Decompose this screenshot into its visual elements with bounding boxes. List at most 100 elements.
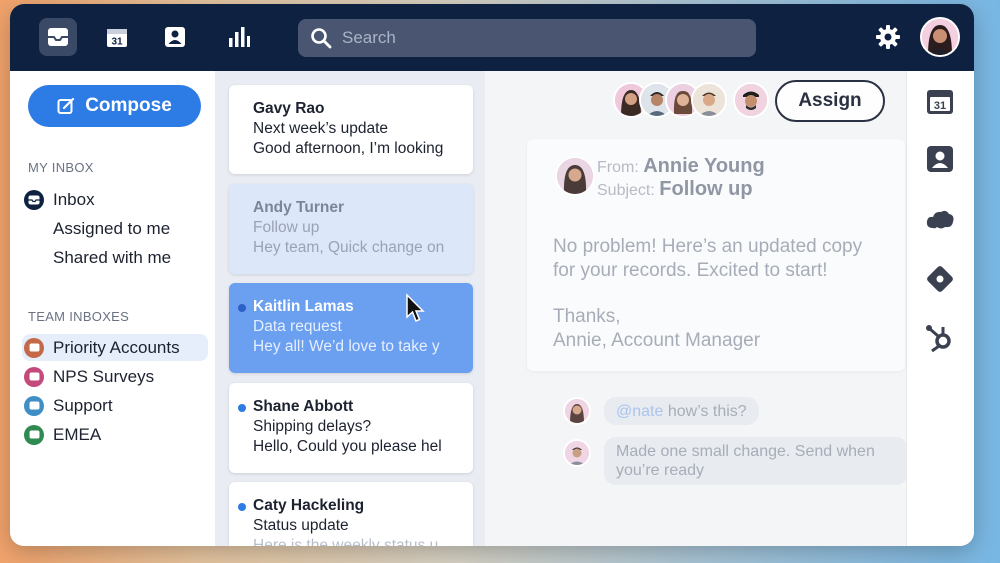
subject-text: Follow up [659, 178, 753, 200]
sidebar-item-label: Assigned to me [53, 218, 171, 238]
unread-dot [238, 404, 246, 412]
salesforce-icon [926, 210, 954, 229]
comment-avatar [563, 397, 591, 425]
sidebar-item-label: Shared with me [53, 247, 172, 267]
diamond-icon [927, 266, 953, 292]
compose-button[interactable]: Compose [28, 85, 201, 127]
sender-avatar-image [557, 158, 593, 194]
hubspot-icon [926, 325, 951, 353]
sidebar-item-nps-surveys[interactable]: NPS Surveys [22, 363, 208, 390]
message-sender: Andy Turner [253, 199, 344, 216]
svg-text:31: 31 [111, 37, 123, 48]
my-inbox-title: MY INBOX [28, 160, 94, 175]
from-label: From: [597, 159, 639, 176]
integrations-rail: 31 [906, 71, 974, 546]
message-sender: Kaitlin Lamas [253, 298, 354, 315]
salesforce-integration-button[interactable] [924, 203, 956, 235]
assign-label: Assign [798, 90, 862, 111]
team-inbox-icon [24, 395, 44, 416]
message-detail: Assign From: Annie Young Subject: Follow… [406, 71, 908, 546]
sidebar-item-assigned[interactable]: Assigned to me [22, 215, 208, 242]
sidebar-item-label: NPS Surveys [53, 366, 155, 386]
comment-bubble: Made one small change. Send when you’re … [604, 437, 908, 485]
analytics-icon [229, 27, 250, 47]
search-placeholder: Search [342, 28, 396, 47]
compose-label: Compose [85, 95, 172, 116]
message-subject: Data request [253, 318, 342, 335]
diamond-integration-button[interactable] [924, 263, 956, 295]
comment-text: you’re ready [616, 462, 705, 479]
message-card: From: Annie Young Subject: Follow up No … [527, 139, 905, 371]
message-sender: Caty Hackeling [253, 497, 365, 514]
message-sender: Shane Abbott [253, 398, 354, 415]
unread-dot [238, 503, 246, 511]
sidebar-item-label: Priority Accounts [53, 337, 180, 357]
teammate-avatar-image [693, 84, 725, 116]
comment-mention[interactable]: @nate [616, 403, 663, 420]
calendar-icon: 31 [927, 90, 953, 114]
teammate-avatar[interactable] [691, 82, 727, 118]
message-item[interactable]: Shane Abbott Shipping delays? Hello, Cou… [229, 383, 473, 473]
contact-integration-button[interactable] [924, 143, 956, 175]
analytics-nav-button[interactable] [220, 18, 258, 56]
message-preview: Good afternoon, I’m looking [253, 140, 444, 157]
comment-avatar-image [565, 441, 589, 465]
message-preview: Hey team, Quick change on [253, 239, 445, 256]
sidebar-item-shared[interactable]: Shared with me [22, 244, 208, 271]
sidebar-item-priority-accounts[interactable]: Priority Accounts [22, 334, 208, 361]
assign-button[interactable]: Assign [775, 80, 885, 122]
hubspot-integration-button[interactable] [924, 323, 956, 355]
message-body: No problem! Here’s an updated copy for y… [553, 235, 862, 353]
comment-text: how’s this? [663, 403, 747, 420]
comment-text: Made one small change. Send when [616, 443, 875, 460]
sidebar-item-label: Support [53, 395, 113, 415]
message-preview: Hey all! We’d love to take y [253, 338, 440, 355]
team-inboxes-title: TEAM INBOXES [28, 309, 130, 324]
sidebar-item-label: Inbox [53, 189, 95, 209]
inbox-icon [24, 189, 44, 210]
app-window: 31 Search Compose MY INBOX Inbox Assigne… [10, 4, 974, 546]
comment-avatar [563, 439, 591, 467]
sidebar-item-inbox[interactable]: Inbox [22, 186, 208, 213]
contact-card-icon [927, 146, 953, 172]
message-preview: Here is the weekly status u [253, 537, 439, 546]
calendar-icon: 31 [107, 29, 127, 48]
gear-icon[interactable] [875, 24, 901, 50]
compose-icon [57, 97, 75, 114]
user-avatar-image [922, 19, 958, 55]
mouse-cursor-icon [406, 293, 425, 322]
calendar-integration-button[interactable]: 31 [924, 85, 956, 117]
teammate-avatar[interactable] [733, 82, 769, 118]
body-line: for your records. Excited to start! [553, 260, 828, 281]
comment-bubble: @nate how’s this? [604, 397, 759, 425]
message-subject: Follow up [253, 219, 320, 236]
teammate-avatar-image [735, 84, 767, 116]
sidebar-item-support[interactable]: Support [22, 392, 208, 419]
search-bar[interactable]: Search [298, 19, 756, 57]
top-bar: 31 Search [10, 4, 974, 71]
message-item-selected[interactable]: Kaitlin Lamas Data request Hey all! We’d… [229, 283, 473, 373]
message-preview: Hello, Could you please hel [253, 438, 442, 455]
team-inbox-icon [24, 424, 44, 445]
message-item[interactable]: Andy Turner Follow up Hey team, Quick ch… [229, 184, 473, 274]
message-subject: Next week’s update [253, 120, 388, 137]
sidebar: Compose MY INBOX Inbox Assigned to me Sh… [10, 71, 215, 546]
subject-label: Subject: [597, 182, 655, 199]
calendar-nav-button[interactable]: 31 [98, 18, 136, 56]
svg-text:31: 31 [934, 100, 946, 112]
user-avatar[interactable] [920, 17, 960, 57]
contacts-nav-button[interactable] [156, 18, 194, 56]
sidebar-item-emea[interactable]: EMEA [22, 421, 208, 448]
message-item[interactable]: Caty Hackeling Status update Here is the… [229, 482, 473, 546]
message-sender: Gavy Rao [253, 100, 325, 117]
body-line: No problem! Here’s an updated copy [553, 236, 863, 257]
unread-dot [238, 304, 246, 312]
sender-avatar [555, 156, 595, 196]
inbox-nav-button[interactable] [39, 18, 77, 56]
body-line: Annie, Account Manager [553, 330, 761, 351]
message-item[interactable]: Gavy Rao Next week’s update Good afterno… [229, 85, 473, 174]
from-line: From: Annie Young [597, 155, 765, 178]
team-inbox-icon [24, 366, 44, 387]
inbox-icon [48, 28, 68, 46]
